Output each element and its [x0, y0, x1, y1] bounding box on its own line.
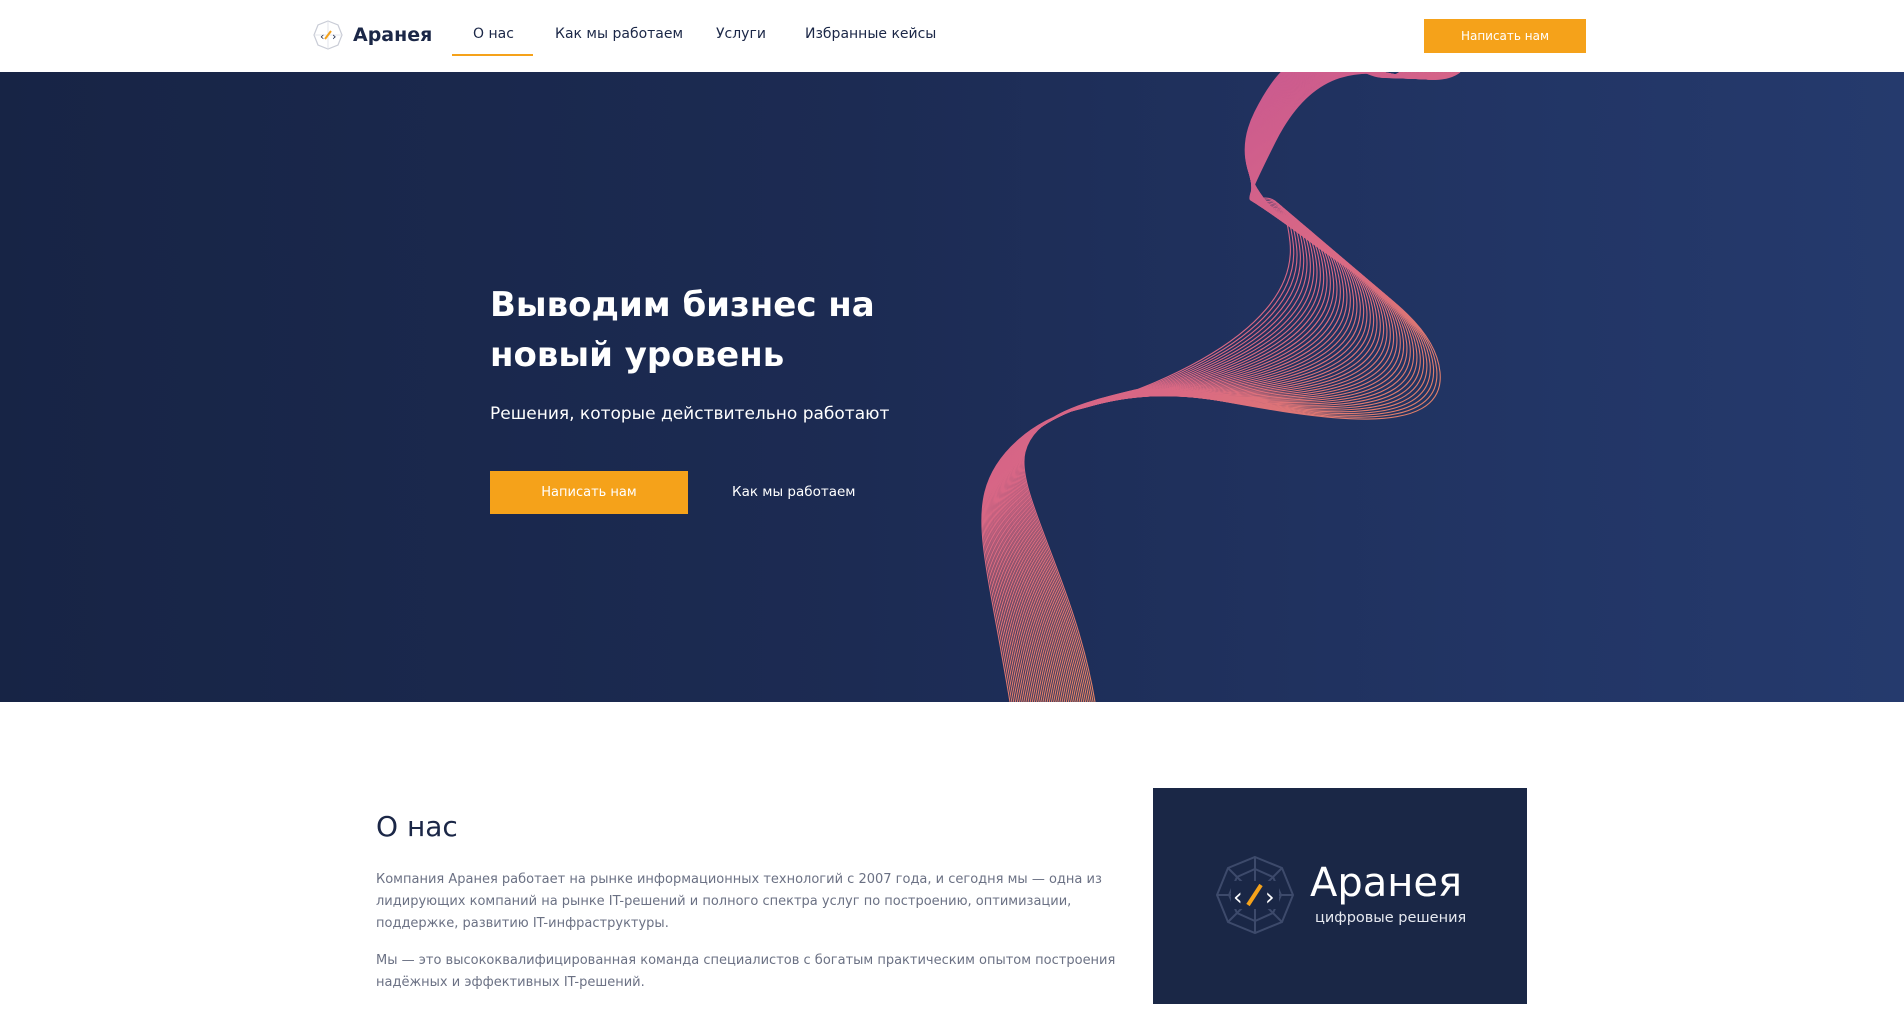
brand-tagline: цифровые решения — [1315, 910, 1467, 926]
svg-text:›: › — [332, 30, 336, 43]
aranea-brand-icon: ‹ › — [1215, 855, 1295, 935]
nav-item-services[interactable]: Услуги — [716, 26, 766, 42]
logo-text: Аранея — [353, 24, 433, 46]
hero-wave-graphic — [981, 72, 1461, 702]
hero-contact-button[interactable]: Написать нам — [490, 471, 688, 514]
header-contact-button[interactable]: Написать нам — [1424, 19, 1586, 53]
nav-item-cases[interactable]: Избранные кейсы — [805, 26, 936, 42]
site-header: ‹ › Аранея О нас Как мы работаем Услуги … — [0, 0, 1904, 72]
hero-wave-line — [985, 72, 1455, 702]
hero-subtitle: Решения, которые действительно работают — [490, 404, 890, 424]
hero-wave-line — [1021, 72, 1434, 702]
hero-how-we-work-link[interactable]: Как мы работаем — [732, 484, 856, 500]
hero-wave-line — [998, 72, 1437, 702]
aranea-logo-icon: ‹ › — [313, 20, 343, 50]
about-paragraph-2: Мы — это высококвалифицированная команда… — [376, 953, 1116, 990]
brand-name: Аранея — [1310, 860, 1463, 906]
svg-text:›: › — [1265, 883, 1275, 911]
svg-text:‹: ‹ — [320, 30, 324, 43]
hero-title: Выводим бизнес на новый уровень — [490, 285, 875, 375]
about-title: О нас — [376, 810, 458, 843]
logo-link[interactable]: ‹ › Аранея — [312, 19, 432, 51]
nav-item-how-we-work[interactable]: Как мы работаем — [555, 26, 683, 42]
about-paragraph-1: Компания Аранея работает на рынке информ… — [376, 872, 1102, 931]
brand-card: ‹ › Аранея цифровые решения — [1153, 788, 1527, 1004]
hero-section: Выводим бизнес на новый уровень Решения,… — [0, 72, 1904, 702]
svg-text:‹: ‹ — [1233, 883, 1243, 911]
active-nav-indicator — [452, 54, 533, 56]
nav-item-about[interactable]: О нас — [473, 26, 514, 42]
